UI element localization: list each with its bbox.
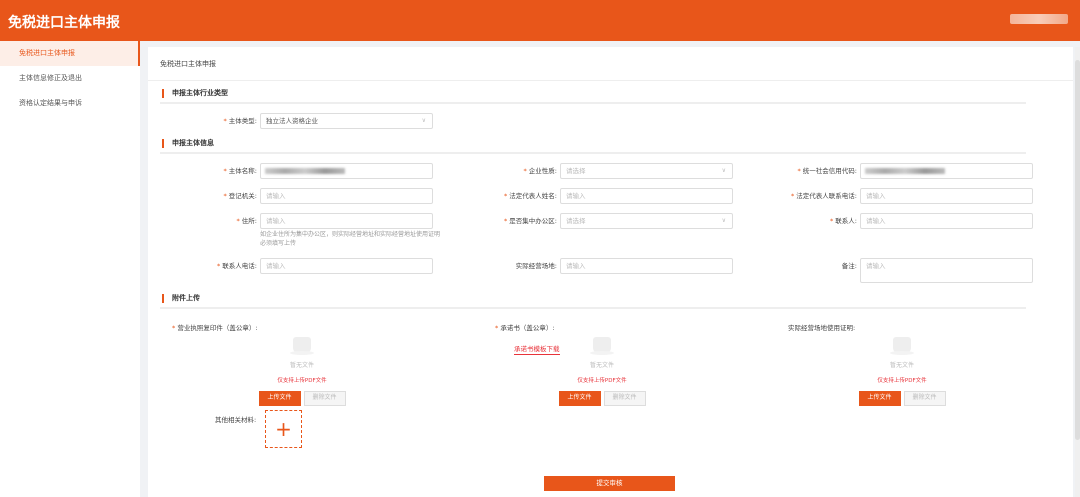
add-file-plus-icon[interactable]: + [265, 410, 302, 448]
section-industry: 申报主体行业类型 [162, 89, 228, 98]
section-attach: 附件上传 [162, 294, 200, 303]
empty-inbox-icon [290, 337, 314, 355]
empty-text: 暂无文件 [889, 362, 914, 369]
remark-label: 备注: [841, 262, 857, 270]
legal-rep-phone-label: * 法定代表人联系电话: [790, 192, 857, 200]
contact-input[interactable]: 请输入 [860, 213, 1033, 229]
upload-box-license: 暂无文件 仅支持上传PDF文件 上传文件 删除文件 [242, 337, 362, 406]
central-office-label: * 是否集中办公区: [503, 217, 557, 225]
other-materials-label: 其他相关材料: [215, 416, 257, 424]
upload-button[interactable]: 上传文件 [858, 391, 901, 406]
chevron-down-icon: ∨ [421, 117, 426, 124]
legal-rep-name-label: * 法定代表人姓名: [503, 192, 557, 200]
credit-code-input[interactable] [860, 163, 1033, 179]
divider [160, 102, 1026, 104]
user-info-blurred[interactable] [1010, 14, 1068, 24]
divider [160, 307, 1026, 309]
upload-button[interactable]: 上传文件 [558, 391, 601, 406]
app-title: 免税进口主体申报 [8, 15, 120, 31]
pdf-hint: 仅支持上传PDF文件 [577, 378, 627, 384]
upload-button[interactable]: 上传文件 [258, 391, 301, 406]
pdf-hint: 仅支持上传PDF文件 [277, 378, 327, 384]
name-label: * 主体名称: [223, 167, 257, 175]
upload-box-promise: 暂无文件 仅支持上传PDF文件 上传文件 删除文件 [542, 337, 662, 406]
delete-button[interactable]: 删除文件 [903, 391, 946, 406]
actual-address-label: 实际经营场地: [515, 262, 557, 270]
nature-label: * 企业性质: [523, 167, 557, 175]
empty-inbox-icon [890, 337, 914, 355]
delete-button[interactable]: 删除文件 [603, 391, 646, 406]
app-header: 免税进口主体申报 [0, 0, 1080, 41]
main-card: 免税进口主体申报 申报主体行业类型 * 主体类型: 独立法人资格企业 ∨ 申报主体… [148, 47, 1073, 497]
empty-text: 暂无文件 [589, 362, 614, 369]
credit-code-label: * 统一社会信用代码: [797, 167, 857, 175]
divider [160, 152, 1026, 154]
legal-rep-phone-input[interactable]: 请输入 [860, 188, 1033, 204]
scrollbar-thumb[interactable] [1075, 60, 1080, 440]
sidebar-item-modify[interactable]: 主体信息修正及退出 [0, 66, 140, 91]
subject-type-select[interactable]: 独立法人资格企业 ∨ [260, 113, 433, 129]
sidebar-item-declare[interactable]: 免税进口主体申报 [0, 41, 140, 66]
upload-label-promise: * 承诺书（盖公章）: [495, 324, 555, 332]
address-hint: 如企业住所为集中办公区，则实际经营地址和实际经营地址使用证明必须填写上传 [260, 231, 441, 247]
remark-textarea[interactable]: 请输入 [860, 258, 1033, 283]
card-title: 免税进口主体申报 [160, 60, 216, 68]
divider [148, 80, 1073, 81]
contact-phone-label: * 联系人电话: [216, 262, 257, 270]
submit-button[interactable]: 提交审核 [544, 476, 675, 491]
upload-box-site-proof: 暂无文件 仅支持上传PDF文件 上传文件 删除文件 [842, 337, 962, 406]
empty-text: 暂无文件 [289, 362, 314, 369]
empty-inbox-icon [590, 337, 614, 355]
reg-authority-label: * 登记机关: [223, 192, 257, 200]
section-info: 申报主体信息 [162, 139, 214, 148]
upload-label-license: * 营业执照复印件（盖公章）: [172, 324, 258, 332]
pdf-hint: 仅支持上传PDF文件 [877, 378, 927, 384]
contact-label: * 联系人: [829, 217, 857, 225]
address-label: * 住所: [236, 217, 257, 225]
upload-label-site-proof: 实际经营场地使用证明: [788, 324, 856, 332]
delete-button[interactable]: 删除文件 [303, 391, 346, 406]
subject-type-label: * 主体类型: [223, 117, 257, 125]
